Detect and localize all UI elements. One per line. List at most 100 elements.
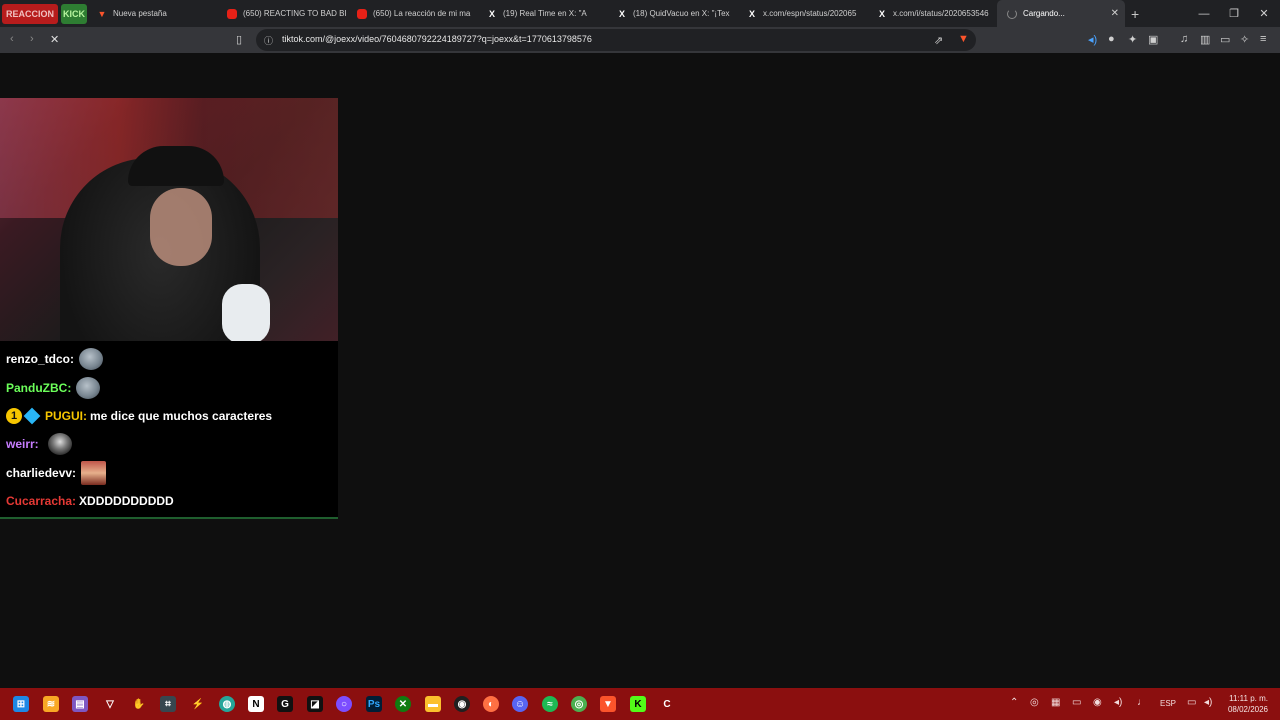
extension-cookie-icon[interactable]: ● (1108, 33, 1115, 45)
wallet-icon[interactable]: ▭ (1220, 33, 1230, 46)
streamer-face (150, 188, 212, 266)
tab-label: (19) Real Time en X: "A (503, 9, 587, 18)
chrome-icon[interactable]: ◎ (571, 696, 587, 712)
language-indicator[interactable]: ESP (1160, 699, 1176, 708)
tray-keyboard-icon[interactable]: ▦ (1051, 697, 1060, 708)
browser-toolbar: ‹ › ✕ ▯ ⓘ tiktok.com/@joexx/video/760468… (0, 27, 1280, 53)
share-icon[interactable]: ⇗ (934, 34, 943, 47)
taskbar: ⊞ ≋ ▤ ▽ ✋ ⌗ ⚡ ◍ N G ◪ ○ Ps ✕ ▬ ◉ ◐ ☺ ≈ ◎… (0, 688, 1280, 720)
tab-i-status[interactable]: X x.com/i/status/2020653546 (867, 0, 997, 27)
steam-icon[interactable]: ◉ (1093, 697, 1102, 708)
brave-shields-icon[interactable]: ▼ (958, 33, 969, 45)
face-emote-icon (76, 377, 101, 399)
stack-app-icon[interactable]: ≋ (43, 696, 59, 712)
bookmark-icon[interactable]: ▯ (236, 33, 242, 46)
youtube-icon (227, 8, 237, 19)
screenshot-icon[interactable]: ▣ (1148, 33, 1158, 46)
chat-message: Cucarracha: XDDDDDDDDDD (6, 494, 174, 508)
loading-icon (1007, 8, 1017, 19)
video-editor-icon[interactable]: ◪ (307, 696, 323, 712)
clock-date: 08/02/2026 (1227, 705, 1268, 714)
tray-overflow-icon[interactable]: ⌃ (1010, 697, 1018, 708)
menu-icon[interactable]: ≡ (1260, 33, 1266, 45)
network-icon[interactable]: ▭ (1187, 697, 1196, 708)
tab-label: (650) REACTING TO BAD BI (243, 9, 347, 18)
back-icon[interactable]: ‹ (10, 33, 14, 45)
brave-browser-icon[interactable]: ▼ (600, 696, 616, 712)
tab-label: x.com/espn/status/202065 (763, 9, 857, 18)
brave-taskbar-icon[interactable]: ▽ (102, 696, 118, 712)
minimize-icon[interactable]: — (1188, 0, 1220, 27)
chat-message: 1 PUGUI: me dice que muchos caracteres (6, 407, 272, 425)
tab-real-time[interactable]: X (19) Real Time en X: "A (477, 0, 607, 27)
dark-emote-icon (47, 433, 72, 455)
tray-display-icon[interactable]: ▭ (1072, 697, 1081, 708)
close-tab-icon[interactable]: ✕ (1111, 8, 1119, 19)
chat-input-line[interactable] (0, 517, 338, 519)
forward-icon[interactable]: › (30, 33, 34, 45)
x-icon: X (878, 8, 885, 19)
bookmark-kick[interactable]: KICK (61, 3, 87, 24)
chat-text: XDDDDDDDDDD (79, 494, 174, 508)
tray-app-icon[interactable]: ◎ (1030, 697, 1039, 708)
audio-playing-icon[interactable]: ◂) (1088, 33, 1097, 46)
tab-la-reaccion[interactable]: (650) La reacción de mi ma (347, 0, 477, 27)
chat-message: renzo_tdco: (6, 348, 104, 370)
chat-message: charliedevv: (6, 461, 107, 485)
kick-icon[interactable]: K (630, 696, 646, 712)
stop-icon[interactable]: ✕ (50, 33, 59, 46)
tab-espn-status[interactable]: X x.com/espn/status/202065 (737, 0, 867, 27)
address-bar[interactable]: ⓘ tiktok.com/@joexx/video/76046807922241… (256, 29, 976, 51)
chat-overlay: renzo_tdco: PanduZBC: 1 PUGUI: me dice q… (0, 341, 338, 519)
file-explorer-icon[interactable]: ▬ (425, 696, 441, 712)
chat-username: PanduZBC: (6, 381, 72, 395)
start-icon[interactable]: ⊞ (13, 696, 29, 712)
capcut-icon[interactable]: ⌗ (160, 696, 176, 712)
tab-label: x.com/i/status/2020653546 (893, 9, 989, 18)
spotify-icon[interactable]: ≈ (542, 696, 558, 712)
c-app-icon[interactable]: C (659, 696, 675, 712)
lightning-app-icon[interactable]: ⚡ (190, 696, 206, 712)
site-info-icon[interactable]: ⓘ (264, 34, 273, 47)
photoshop-icon[interactable]: Ps (366, 696, 382, 712)
tab-reacting-to-bad[interactable]: (650) REACTING TO BAD BI (217, 0, 347, 27)
widget-app-icon[interactable]: ▤ (72, 696, 88, 712)
close-window-icon[interactable]: ✕ (1248, 0, 1280, 27)
tab-nueva-pestana[interactable]: ▼ Nueva pestaña (87, 0, 217, 27)
firefox-icon[interactable]: ◐ (483, 696, 499, 712)
notion-icon[interactable]: N (248, 696, 264, 712)
obs-icon[interactable]: ◉ (454, 696, 470, 712)
discord-icon[interactable]: ☺ (512, 696, 528, 712)
sidebar-icon[interactable]: ▥ (1200, 33, 1210, 46)
globe-app-icon[interactable]: ◍ (219, 696, 235, 712)
bookmark-reaccion[interactable]: REACCION (2, 3, 58, 24)
tab-cargando[interactable]: Cargando... ✕ (997, 0, 1125, 27)
badge-one-icon: 1 (6, 408, 22, 424)
tray-volume-device-icon[interactable]: ◂) (1114, 697, 1122, 708)
g-app-icon[interactable]: G (277, 696, 293, 712)
circle-app-icon[interactable]: ○ (336, 696, 352, 712)
clock-time: 11:11 p. m. (1229, 694, 1268, 703)
x-icon: X (748, 8, 755, 19)
restore-icon[interactable]: ❐ (1218, 0, 1250, 27)
chat-username: renzo_tdco: (6, 352, 75, 366)
chat-message: weirr: (6, 433, 72, 455)
microphone-icon[interactable]: ♩ (1137, 697, 1147, 708)
media-icon[interactable]: ♫ (1180, 33, 1188, 45)
chat-message: PanduZBC: (6, 377, 101, 399)
volume-icon[interactable]: ◂) (1204, 697, 1212, 708)
tab-label: (650) La reacción de mi ma (373, 9, 471, 18)
screen: REACCION KICK ▼ Nueva pestaña (650) REAC… (0, 0, 1280, 720)
clock[interactable]: 11:11 p. m. 08/02/2026 (1228, 693, 1268, 715)
new-tab-icon[interactable]: + (1131, 6, 1139, 22)
xbox-icon[interactable]: ✕ (395, 696, 411, 712)
x-icon: X (488, 8, 495, 19)
hand-app-icon[interactable]: ✋ (131, 696, 147, 712)
streamer-cap (128, 146, 224, 186)
x-icon: X (618, 8, 625, 19)
tab-quidvacuo[interactable]: X (18) QuidVacuo en X: "¡Tex (607, 0, 737, 27)
leo-ai-icon[interactable]: ✧ (1240, 33, 1249, 46)
youtube-icon (357, 8, 367, 19)
tab-label: Cargando... (1023, 9, 1065, 18)
extensions-icon[interactable]: ✦ (1128, 33, 1137, 46)
